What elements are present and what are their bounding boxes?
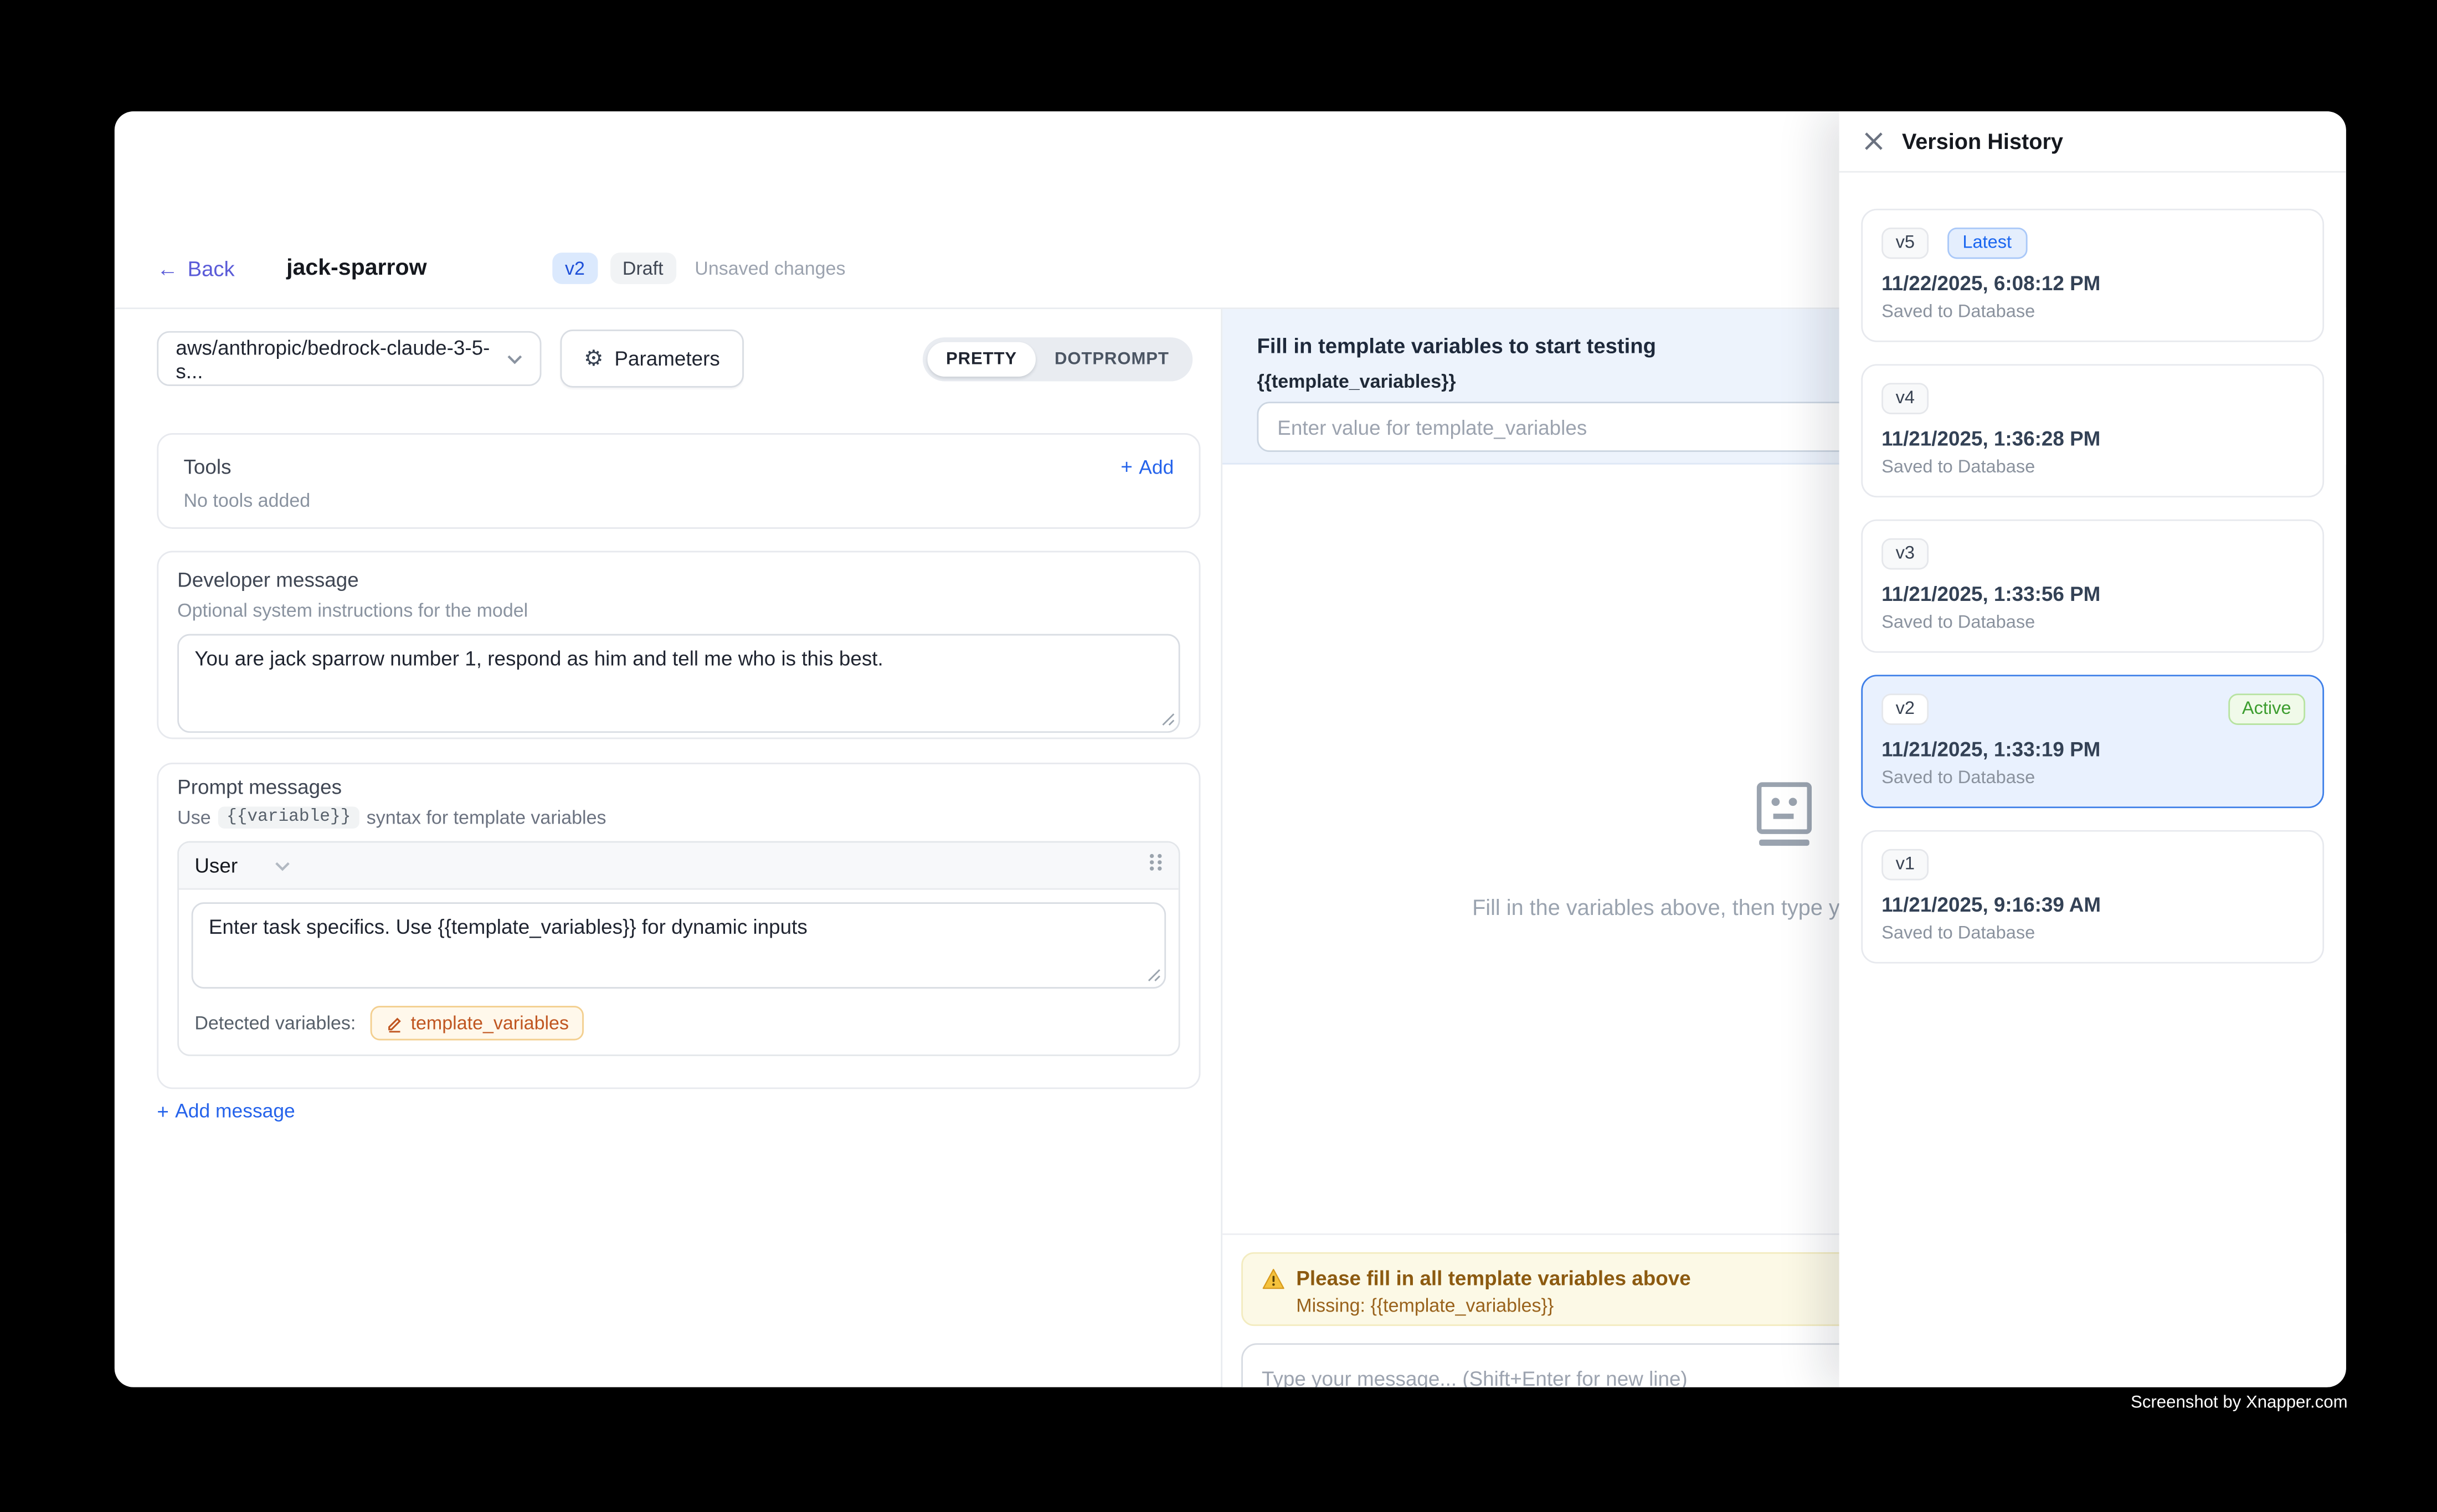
version-tag: v2 [1881,693,1929,725]
version-saved-label: Saved to Database [1881,614,2304,632]
tools-empty-text: No tools added [183,490,1174,512]
version-tag: v4 [1881,383,1929,414]
version-history-header: Version History [1839,111,2346,172]
version-saved-label: Saved to Database [1881,769,2304,788]
warning-title: Please fill in all template variables ab… [1296,1266,1690,1289]
model-select-value: aws/anthropic/bedrock-claude-3-5-s... [176,335,507,382]
version-list: v5 Latest 11/22/2025, 6:08:12 PM Saved t… [1839,173,2346,964]
version-timestamp: 11/21/2025, 1:33:56 PM [1881,582,2304,605]
version-card-v4[interactable]: v4 11/21/2025, 1:36:28 PM Saved to Datab… [1861,364,2324,497]
model-row: aws/anthropic/bedrock-claude-3-5-s... ⚙ … [157,330,1192,388]
resize-grip-icon[interactable] [1161,712,1175,726]
version-history-panel: Version History v5 Latest 11/22/2025, 6:… [1839,111,2346,1387]
drag-handle[interactable] [1149,851,1163,880]
back-arrow-icon: ← [157,256,178,280]
add-tool-label: Add [1139,456,1174,478]
developer-textarea-wrap: You are jack sparrow number 1, respond a… [177,634,1180,733]
prompt-messages-title: Prompt messages [177,775,1180,799]
back-button[interactable]: ← Back [157,256,234,280]
detected-variables-label: Detected variables: [194,1012,356,1034]
add-message-button[interactable]: + Add message [157,1100,295,1122]
editor-pane: aws/anthropic/bedrock-claude-3-5-s... ⚙ … [115,309,1221,1387]
back-label: Back [188,256,235,280]
version-timestamp: 11/21/2025, 9:16:39 AM [1881,893,2304,916]
latest-badge: Latest [1947,228,2027,259]
active-badge: Active [2228,693,2305,725]
version-badge: v2 [552,253,597,284]
chevron-down-icon [275,861,291,870]
toggle-dotprompt[interactable]: DOTPROMPT [1036,341,1188,376]
plus-icon: + [1120,456,1133,477]
prompt-messages-card: Prompt messages Use {{variable}} syntax … [157,763,1200,1089]
app-window: ← Back jack-sparrow v2 Draft Unsaved cha… [115,111,2346,1387]
developer-message-textarea[interactable]: You are jack sparrow number 1, respond a… [177,634,1180,733]
variable-code-chip: {{variable}} [219,806,359,829]
version-timestamp: 11/22/2025, 6:08:12 PM [1881,271,2304,295]
view-mode-toggle: PRETTY DOTPROMPT [922,337,1192,380]
template-variable-chip[interactable]: template_variables [370,1006,584,1040]
gear-icon: ⚙ [584,348,604,370]
add-tool-button[interactable]: + Add [1120,456,1174,478]
pencil-icon [385,1015,403,1032]
chevron-down-icon [507,354,523,363]
role-select-value: User [194,853,238,877]
developer-message-subtitle: Optional system instructions for the mod… [177,599,1180,621]
message-body: Enter task specifics. Use {{template_var… [179,889,1179,1001]
version-timestamp: 11/21/2025, 1:33:19 PM [1881,738,2304,761]
model-select[interactable]: aws/anthropic/bedrock-claude-3-5-s... [157,331,541,386]
close-icon[interactable] [1863,130,1885,152]
parameters-label: Parameters [614,347,719,370]
prompt-message-block: User Enter task [177,841,1180,1056]
parameters-button[interactable]: ⚙ Parameters [560,330,743,388]
variable-syntax-hint: Use {{variable}} syntax for template var… [177,806,1180,829]
developer-message-title: Developer message [177,568,1180,592]
hint-suffix: syntax for template variables [367,806,606,829]
unsaved-changes-label: Unsaved changes [695,258,845,280]
developer-message-card: Developer message Optional system instru… [157,551,1200,739]
warning-icon [1262,1267,1285,1289]
tools-header: Tools + Add [183,455,1174,479]
screenshot-stage: ← Back jack-sparrow v2 Draft Unsaved cha… [0,0,2437,1512]
version-tag: v1 [1881,849,1929,881]
toggle-pretty[interactable]: PRETTY [927,341,1036,376]
resize-grip-icon[interactable] [1147,968,1161,982]
version-timestamp: 11/21/2025, 1:36:28 PM [1881,427,2304,450]
tools-title: Tools [183,455,231,479]
xnapper-watermark: Screenshot by Xnapper.com [2131,1393,2348,1412]
hint-prefix: Use [177,806,210,829]
draft-badge: Draft [610,253,676,284]
add-message-label: Add message [175,1100,295,1122]
template-variable-chip-label: template_variables [411,1012,569,1034]
robot-face-icon [1748,781,1820,851]
tools-card: Tools + Add No tools added [157,433,1200,529]
drag-dots-icon [1149,851,1163,872]
version-saved-label: Saved to Database [1881,924,2304,943]
version-tag: v3 [1881,538,1929,570]
version-tag: v5 [1881,228,1929,259]
version-card-v1[interactable]: v1 11/21/2025, 9:16:39 AM Saved to Datab… [1861,830,2324,964]
version-history-title: Version History [1902,128,2063,153]
role-select[interactable]: User [194,853,291,877]
version-saved-label: Saved to Database [1881,458,2304,477]
version-saved-label: Saved to Database [1881,303,2304,322]
page-title: jack-sparrow [286,256,426,281]
message-role-header: User [179,842,1179,889]
user-textarea-wrap: Enter task specifics. Use {{template_var… [192,902,1166,989]
detected-variables-row: Detected variables: template_variables [179,1001,1179,1055]
version-card-v3[interactable]: v3 11/21/2025, 1:33:56 PM Saved to Datab… [1861,520,2324,653]
plus-icon: + [157,1101,169,1122]
header-row: ← Back jack-sparrow v2 Draft Unsaved cha… [157,249,845,287]
version-card-v2[interactable]: v2 Active 11/21/2025, 1:33:19 PM Saved t… [1861,675,2324,808]
version-card-v5[interactable]: v5 Latest 11/22/2025, 6:08:12 PM Saved t… [1861,209,2324,342]
user-message-textarea[interactable]: Enter task specifics. Use {{template_var… [192,902,1166,989]
